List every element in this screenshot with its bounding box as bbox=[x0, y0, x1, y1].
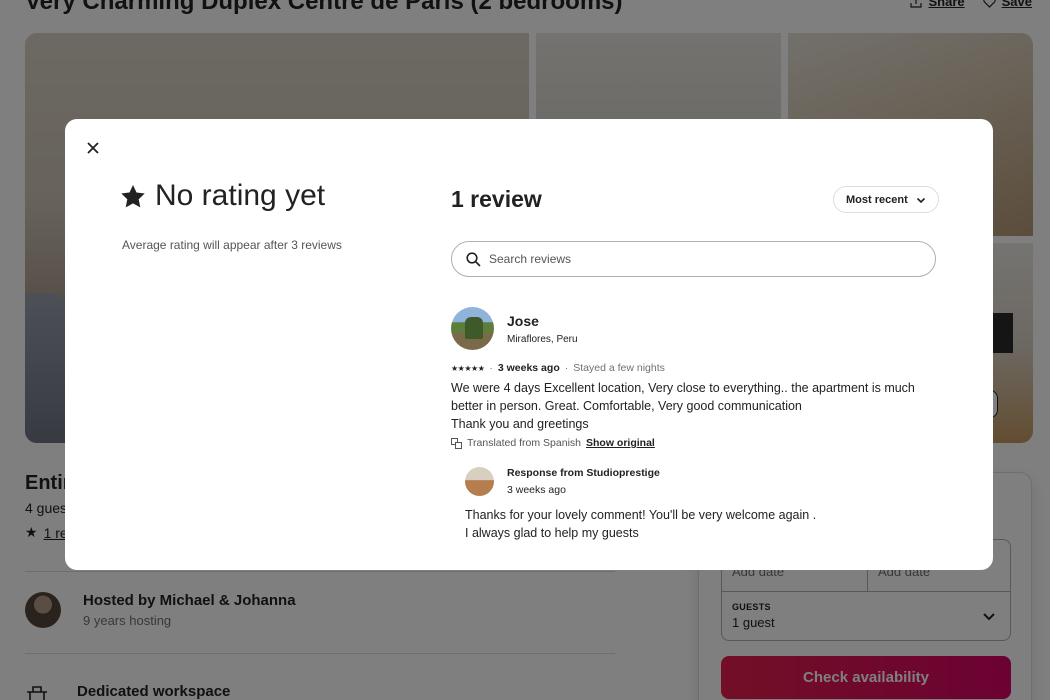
search-input[interactable] bbox=[489, 252, 909, 266]
sort-dropdown[interactable]: Most recent bbox=[833, 186, 939, 213]
reviews-modal: No rating yet Average rating will appear… bbox=[65, 119, 993, 570]
review-meta: ★★★★★ · 3 weeks ago · Stayed a few night… bbox=[451, 362, 665, 374]
chevron-down-icon bbox=[916, 197, 925, 203]
review-text-line: We were 4 days Excellent location, Very … bbox=[451, 381, 915, 395]
close-icon bbox=[87, 142, 99, 154]
review-date: 3 weeks ago bbox=[497, 362, 560, 374]
host-response-avatar[interactable] bbox=[465, 467, 494, 496]
review-stars: ★★★★★ bbox=[451, 363, 485, 373]
translated-label: Translated from Spanish bbox=[467, 437, 581, 449]
response-date: 3 weeks ago bbox=[507, 484, 566, 496]
response-text-line: I always glad to help my guests bbox=[465, 526, 639, 540]
search-reviews[interactable] bbox=[451, 241, 936, 277]
separator-dot: · bbox=[489, 362, 493, 374]
rating-header: No rating yet bbox=[121, 179, 325, 213]
close-button[interactable] bbox=[81, 136, 105, 160]
response-from: Response from Studioprestige bbox=[507, 467, 660, 479]
separator-dot: · bbox=[564, 362, 569, 374]
reviewer-name: Jose bbox=[507, 313, 539, 329]
translation-note: Translated from Spanish Show original bbox=[451, 437, 655, 449]
review-text-line: better in person. Great. Comfortable, Ve… bbox=[451, 399, 802, 413]
response-text: Thanks for your lovely comment! You'll b… bbox=[465, 506, 945, 542]
review-text: We were 4 days Excellent location, Very … bbox=[451, 379, 946, 433]
review-stay: Stayed a few nights bbox=[573, 362, 665, 374]
reviews-count: 1 review bbox=[451, 186, 542, 212]
show-original-link[interactable]: Show original bbox=[586, 437, 655, 449]
rating-title: No rating yet bbox=[155, 179, 326, 212]
star-icon bbox=[121, 184, 145, 207]
sort-label: Most recent bbox=[846, 193, 908, 206]
reviewer-location: Miraflores, Peru bbox=[507, 334, 578, 345]
response-text-line: Thanks for your lovely comment! You'll b… bbox=[465, 508, 817, 522]
search-icon bbox=[466, 251, 481, 267]
rating-note: Average rating will appear after 3 revie… bbox=[122, 238, 342, 252]
reviewer-avatar[interactable] bbox=[451, 307, 494, 350]
translate-icon bbox=[451, 437, 462, 449]
review-text-line: Thank you and greetings bbox=[451, 417, 589, 431]
